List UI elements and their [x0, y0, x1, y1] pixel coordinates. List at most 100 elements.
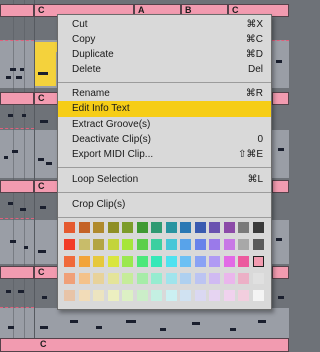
color-swatch[interactable] [209, 239, 220, 250]
color-swatch[interactable] [165, 239, 177, 250]
color-swatch[interactable] [180, 290, 191, 301]
color-swatch[interactable] [238, 256, 249, 267]
color-swatch[interactable] [107, 256, 119, 267]
color-swatch[interactable] [223, 256, 235, 267]
color-swatch[interactable] [151, 256, 162, 267]
color-swatch[interactable] [151, 222, 162, 233]
menu-item-label: Rename [72, 88, 110, 99]
menu-item-delete[interactable]: Delete Del [58, 62, 271, 78]
clip-header[interactable] [0, 266, 34, 279]
color-swatch[interactable] [93, 222, 104, 233]
color-swatch[interactable] [238, 273, 249, 284]
color-swatch[interactable] [252, 239, 264, 250]
color-swatch[interactable] [64, 290, 75, 301]
menu-item-duplicate[interactable]: Duplicate ⌘D [58, 47, 271, 63]
color-swatch[interactable] [136, 273, 148, 284]
clip-letter: C [38, 181, 45, 191]
color-swatch[interactable] [64, 222, 75, 233]
color-swatch[interactable] [223, 290, 235, 301]
color-swatch[interactable] [223, 222, 235, 233]
color-swatch[interactable] [252, 290, 264, 301]
color-swatch[interactable] [107, 239, 119, 250]
color-swatch[interactable] [223, 239, 235, 250]
color-swatch[interactable] [209, 290, 220, 301]
color-swatch[interactable] [165, 222, 177, 233]
menu-item-deactivate-clips[interactable]: Deactivate Clip(s) 0 [58, 132, 271, 148]
color-swatch[interactable] [180, 256, 191, 267]
color-swatch[interactable] [136, 290, 148, 301]
midi-note [8, 114, 13, 117]
clip-header[interactable] [0, 92, 34, 105]
color-swatch[interactable] [78, 256, 90, 267]
clip-header[interactable] [272, 266, 289, 279]
color-swatch[interactable] [194, 256, 206, 267]
menu-item-rename[interactable]: Rename ⌘R [58, 86, 271, 102]
color-swatch[interactable] [93, 256, 104, 267]
midi-note [6, 290, 11, 293]
color-swatch[interactable] [165, 273, 177, 284]
midi-note [126, 320, 136, 323]
color-swatch[interactable] [64, 256, 75, 267]
clip-header[interactable]: C [0, 338, 289, 352]
color-swatch[interactable] [122, 256, 133, 267]
color-swatch[interactable] [209, 273, 220, 284]
clip-header[interactable] [272, 92, 289, 105]
color-swatch[interactable] [238, 239, 249, 250]
color-swatch[interactable] [238, 290, 249, 301]
color-swatch[interactable] [194, 222, 206, 233]
color-swatch[interactable] [93, 290, 104, 301]
menu-item-shortcut: 0 [257, 134, 263, 145]
color-swatch[interactable] [107, 273, 119, 284]
color-swatch[interactable] [136, 256, 148, 267]
color-swatch[interactable] [238, 222, 249, 233]
color-swatch[interactable] [136, 222, 148, 233]
color-swatch[interactable] [122, 239, 133, 250]
color-swatch[interactable] [78, 273, 90, 284]
menu-item-cut[interactable]: Cut ⌘X [58, 17, 271, 33]
color-swatch[interactable] [194, 273, 206, 284]
color-swatch[interactable] [64, 273, 75, 284]
menu-item-export-midi-clip[interactable]: Export MIDI Clip... ⇧⌘E [58, 147, 271, 163]
color-swatch[interactable] [209, 256, 220, 267]
color-swatch[interactable] [78, 290, 90, 301]
color-swatch[interactable] [78, 222, 90, 233]
menu-item-copy[interactable]: Copy ⌘C [58, 32, 271, 48]
color-swatch[interactable] [194, 239, 206, 250]
color-swatch[interactable] [165, 290, 177, 301]
color-swatch[interactable] [107, 222, 119, 233]
color-swatch[interactable] [194, 290, 206, 301]
color-swatch[interactable] [93, 273, 104, 284]
clip-header[interactable]: C [34, 180, 58, 193]
clip-header[interactable] [0, 180, 34, 193]
menu-item-edit-info-text[interactable]: Edit Info Text [58, 101, 271, 117]
clip-header[interactable]: C [34, 266, 58, 279]
color-swatch[interactable] [64, 239, 75, 250]
color-swatch[interactable] [180, 239, 191, 250]
clip-header[interactable] [272, 180, 289, 193]
color-swatch[interactable] [136, 239, 148, 250]
menu-item-crop-clips[interactable]: Crop Clip(s) [58, 197, 271, 213]
color-swatch[interactable] [165, 256, 177, 267]
color-swatch[interactable] [252, 256, 264, 267]
color-swatch[interactable] [180, 222, 191, 233]
color-swatch[interactable] [122, 273, 133, 284]
color-swatch[interactable] [107, 290, 119, 301]
color-swatch[interactable] [122, 290, 133, 301]
color-swatch[interactable] [122, 222, 133, 233]
menu-item-loop-selection[interactable]: Loop Selection ⌘L [58, 172, 271, 188]
color-swatch[interactable] [78, 239, 90, 250]
clip-header[interactable]: C [34, 92, 58, 105]
clip-header[interactable] [0, 4, 34, 17]
color-swatch[interactable] [151, 290, 162, 301]
color-swatch[interactable] [93, 239, 104, 250]
selected-clip-yellow[interactable] [35, 42, 56, 86]
color-swatch[interactable] [209, 222, 220, 233]
color-swatch[interactable] [252, 273, 264, 284]
midi-note [258, 320, 266, 323]
color-swatch[interactable] [151, 273, 162, 284]
color-swatch[interactable] [252, 222, 264, 233]
color-swatch[interactable] [223, 273, 235, 284]
color-swatch[interactable] [151, 239, 162, 250]
color-swatch[interactable] [180, 273, 191, 284]
menu-item-extract-grooves[interactable]: Extract Groove(s) [58, 117, 271, 133]
